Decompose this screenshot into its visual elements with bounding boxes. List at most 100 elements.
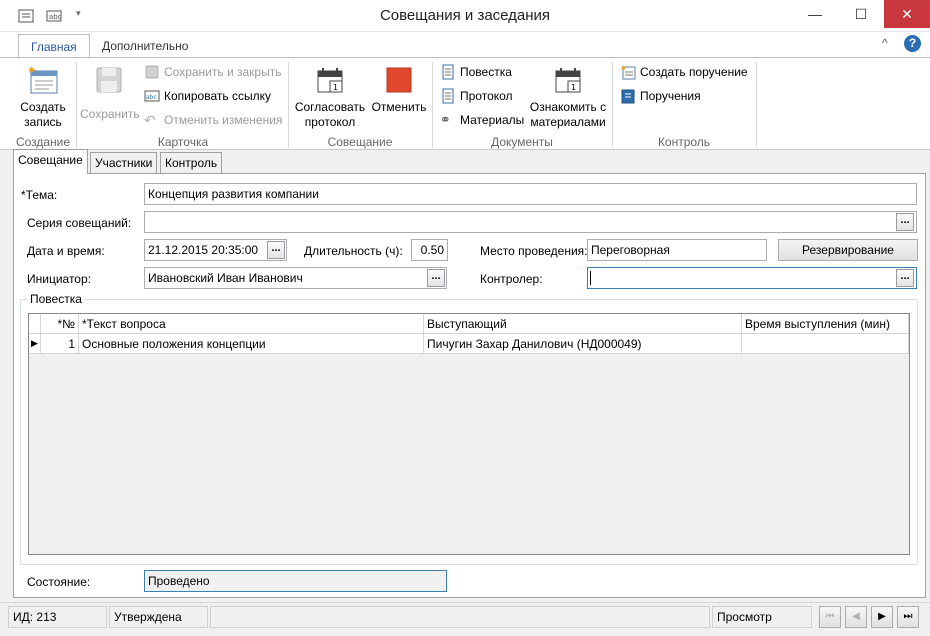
agenda-doc-label: Повестка — [460, 65, 512, 79]
help-icon[interactable]: ? — [904, 35, 921, 52]
topic-label: *Тема: — [21, 188, 58, 202]
calendar-icon: 1 — [314, 64, 346, 96]
document-icon — [440, 88, 456, 104]
controller-field[interactable] — [587, 267, 917, 289]
close-icon[interactable]: ✕ — [884, 0, 930, 28]
ribbon-separator — [288, 62, 289, 148]
controller-select-button[interactable]: ... — [896, 269, 914, 287]
minimize-icon[interactable]: — — [792, 0, 838, 28]
svg-text:✷: ✷ — [27, 64, 36, 77]
maximize-icon[interactable]: ☐ — [838, 0, 884, 28]
materials-button[interactable]: ⚭ Материалы — [440, 111, 524, 129]
save-label: Сохранить — [80, 107, 140, 121]
create-task-button[interactable]: ✷ Создать поручение — [620, 63, 748, 81]
duration-field[interactable]: 0.50 — [411, 239, 448, 261]
save-button[interactable]: Сохранить — [80, 64, 140, 122]
initiator-field[interactable]: Ивановский Иван Иванович — [144, 267, 447, 289]
tab-control[interactable]: Контроль — [160, 152, 223, 173]
place-label: Место проведения: — [480, 244, 588, 258]
group-label-create: Создание — [15, 135, 71, 149]
ribbon-tab-strip: Главная Дополнительно ^ ? — [0, 32, 930, 58]
new-record-icon: ✷ — [27, 64, 59, 96]
tab-participants[interactable]: Участники — [90, 152, 158, 173]
group-label-documents: Документы — [491, 135, 553, 149]
place-field[interactable]: Переговорная — [587, 239, 767, 261]
ribbon-separator — [76, 62, 77, 148]
create-task-label: Создать поручение — [640, 65, 748, 79]
protocol-doc-button[interactable]: Протокол — [440, 87, 513, 105]
save-close-label: Сохранить и закрыть — [164, 65, 282, 79]
save-icon — [93, 64, 125, 96]
next-record-button[interactable]: ▶ — [871, 606, 893, 628]
acquaint-label-2: материалами — [530, 115, 606, 129]
stop-icon — [383, 64, 415, 96]
svg-text:abc: abc — [146, 94, 157, 101]
first-record-button[interactable]: ⏮ — [819, 606, 841, 628]
acquaint-label-1: Ознакомить с — [529, 100, 607, 114]
datetime-field[interactable]: 21.12.2015 20:35:00 — [144, 239, 287, 261]
materials-label: Материалы — [460, 113, 525, 127]
state-label: Состояние: — [27, 575, 91, 589]
controller-label: Контролер: — [480, 272, 543, 286]
approve-label-1: Согласовать — [294, 100, 366, 114]
last-record-button[interactable]: ⏭ — [897, 606, 919, 628]
topic-field[interactable]: Концепция развития компании — [144, 183, 917, 205]
save-close-icon — [144, 64, 160, 80]
initiator-select-button[interactable]: ... — [427, 269, 445, 287]
column-header-speaker[interactable]: Выступающий — [424, 314, 742, 334]
tasks-icon — [620, 88, 636, 104]
series-select-button[interactable]: ... — [896, 213, 914, 231]
table-row[interactable]: ▶ 1 Основные положения концепции Пичугин… — [29, 334, 909, 354]
save-and-close-button[interactable]: Сохранить и закрыть — [144, 63, 281, 81]
mode-text: Просмотр — [712, 606, 812, 628]
grid-header-row: *№ *Текст вопроса Выступающий Время выст… — [29, 314, 909, 334]
previous-record-button[interactable]: ◀ — [845, 606, 867, 628]
link-icon: ⚭ — [440, 112, 451, 127]
create-label-2: запись — [24, 115, 62, 129]
copy-link-icon: abc — [144, 88, 160, 104]
ribbon-separator — [432, 62, 433, 148]
undo-label: Отменить изменения — [164, 113, 283, 127]
undo-icon: ↶ — [144, 112, 156, 128]
datetime-picker-button[interactable]: ... — [267, 241, 285, 259]
tab-meeting[interactable]: Совещание — [13, 149, 88, 174]
approve-label-2: протокол — [304, 115, 356, 129]
cell-number[interactable]: 1 — [41, 334, 79, 354]
new-task-icon: ✷ — [620, 64, 636, 80]
group-label-card: Карточка — [157, 135, 209, 149]
duration-label: Длительность (ч): — [304, 244, 403, 258]
group-label-control: Контроль — [657, 135, 711, 149]
reserve-button[interactable]: Резервирование — [778, 239, 918, 261]
copy-link-button[interactable]: abc Копировать ссылку — [144, 87, 271, 105]
current-row-indicator-icon: ▶ — [29, 334, 41, 354]
column-header-time[interactable]: Время выступления (мин) — [742, 314, 909, 334]
column-header-number[interactable]: *№ — [41, 314, 79, 334]
collapse-ribbon-icon[interactable]: ^ — [882, 36, 888, 50]
state-field: Проведено — [144, 570, 447, 592]
protocol-doc-label: Протокол — [460, 89, 513, 103]
series-field[interactable] — [144, 211, 917, 233]
agenda-grid[interactable]: *№ *Текст вопроса Выступающий Время выст… — [28, 313, 910, 555]
ribbon-tab-additional[interactable]: Дополнительно — [90, 34, 200, 58]
calendar-icon: 1 — [552, 64, 584, 96]
series-label: Серия совещаний: — [27, 216, 132, 230]
cell-time[interactable] — [742, 334, 909, 354]
document-icon — [440, 64, 456, 80]
column-header-text[interactable]: *Текст вопроса — [79, 314, 424, 334]
acquaint-materials-button[interactable]: 1 Ознакомить с материалами — [528, 64, 608, 130]
ribbon-separator — [756, 62, 757, 148]
cell-speaker[interactable]: Пичугин Захар Данилович (НД000049) — [424, 334, 742, 354]
status-text: Утверждена — [109, 606, 208, 628]
record-id: ИД: 213 — [8, 606, 107, 628]
ribbon-tab-home[interactable]: Главная — [18, 34, 90, 58]
create-record-button[interactable]: ✷ Создать запись — [14, 64, 72, 130]
approve-protocol-button[interactable]: 1 Согласовать протокол — [294, 64, 366, 130]
undo-changes-button[interactable]: ↶ Отменить изменения — [144, 111, 282, 129]
initiator-label: Инициатор: — [27, 272, 91, 286]
tasks-label: Поручения — [640, 89, 701, 103]
cancel-meeting-button[interactable]: Отменить — [368, 64, 430, 115]
cell-text[interactable]: Основные положения концепции — [79, 334, 424, 354]
tasks-button[interactable]: Поручения — [620, 87, 701, 105]
agenda-doc-button[interactable]: Повестка — [440, 63, 512, 81]
datetime-label: Дата и время: — [27, 244, 105, 258]
